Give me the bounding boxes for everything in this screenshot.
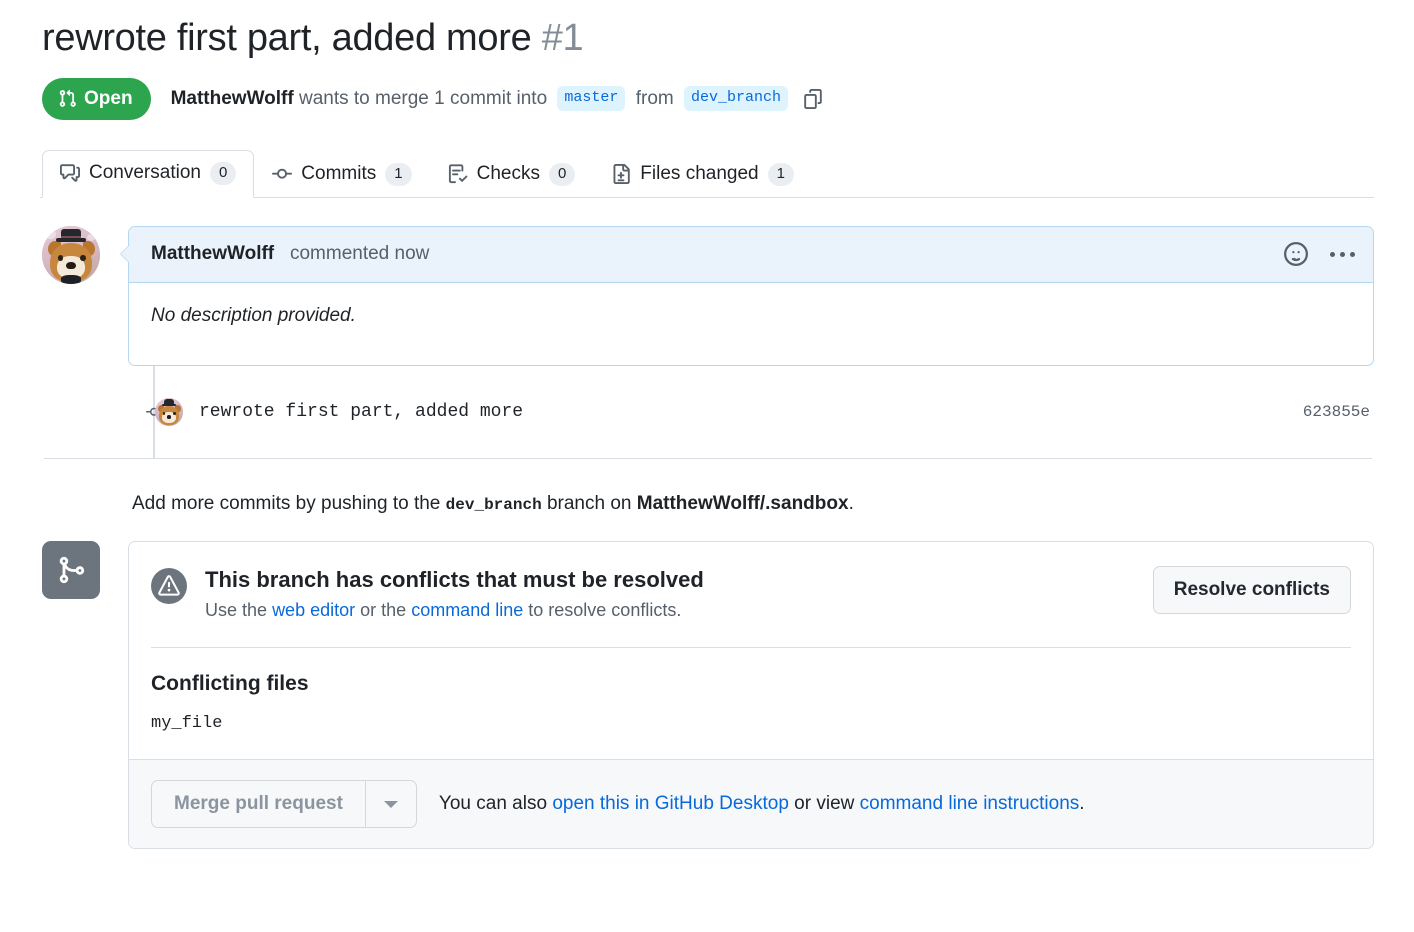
push-prefix: Add more commits by pushing to the bbox=[132, 493, 440, 514]
status-badge: Open bbox=[42, 78, 151, 120]
conflict-sub-suffix: to resolve conflicts. bbox=[528, 600, 681, 620]
kebab-horizontal-icon[interactable] bbox=[1330, 252, 1355, 257]
checklist-icon bbox=[448, 164, 468, 184]
base-branch-chip[interactable]: master bbox=[557, 86, 625, 111]
merge-box-divider bbox=[151, 647, 1351, 648]
commit-timeline: rewrote first part, added more 623855e bbox=[42, 366, 1374, 459]
comment-discussion-icon bbox=[60, 163, 80, 183]
smiley-icon[interactable] bbox=[1284, 242, 1308, 266]
pr-from-text: from bbox=[636, 89, 674, 108]
conflict-sub-prefix: Use the bbox=[205, 600, 267, 620]
commit-message[interactable]: rewrote first part, added more bbox=[199, 402, 523, 422]
conflicting-files-title: Conflicting files bbox=[151, 672, 1351, 696]
triangle-down-icon bbox=[384, 801, 398, 808]
conflict-subtitle: Use the web editor or the command line t… bbox=[205, 600, 1135, 621]
status-badge-label: Open bbox=[84, 89, 133, 108]
comment-body: No description provided. bbox=[129, 283, 1373, 365]
pr-merge-description: MatthewWolff wants to merge 1 commit int… bbox=[171, 86, 823, 111]
push-suffix: . bbox=[849, 493, 854, 514]
merge-footer-note: You can also open this in GitHub Desktop… bbox=[439, 793, 1085, 815]
tab-conversation-count: 0 bbox=[210, 162, 236, 185]
pull-request-page: rewrote first part, added more #1 Open M… bbox=[0, 16, 1414, 932]
push-instructions: Add more commits by pushing to the dev_b… bbox=[132, 493, 1374, 515]
conflict-header: This branch has conflicts that must be r… bbox=[151, 566, 1351, 622]
push-repo: MatthewWolff/.sandbox bbox=[637, 493, 849, 514]
conflicting-file-item: my_file bbox=[151, 714, 1351, 733]
github-desktop-link[interactable]: open this in GitHub Desktop bbox=[552, 793, 789, 814]
merge-dropdown-button[interactable] bbox=[365, 780, 417, 828]
web-editor-link[interactable]: web editor bbox=[272, 600, 355, 620]
tab-checks-count: 0 bbox=[549, 163, 575, 186]
commit-avatar[interactable] bbox=[155, 398, 183, 426]
timeline-divider bbox=[44, 458, 1372, 459]
resolve-conflicts-button[interactable]: Resolve conflicts bbox=[1153, 566, 1351, 614]
tab-files-changed[interactable]: Files changed 1 bbox=[593, 151, 812, 198]
tab-commits-label: Commits bbox=[301, 163, 376, 185]
avatar[interactable] bbox=[42, 226, 100, 284]
pr-subheader: Open MatthewWolff wants to merge 1 commi… bbox=[42, 78, 1374, 120]
push-branch: dev_branch bbox=[446, 496, 542, 514]
commit-row: rewrote first part, added more 623855e bbox=[42, 366, 1374, 458]
tab-conversation-label: Conversation bbox=[89, 162, 201, 184]
command-line-instructions-link[interactable]: command line instructions bbox=[860, 793, 1080, 814]
merge-pull-request-button[interactable]: Merge pull request bbox=[151, 780, 365, 828]
commit-sha[interactable]: 623855e bbox=[1303, 403, 1374, 421]
merge-box-body: This branch has conflicts that must be r… bbox=[129, 542, 1373, 734]
tab-files-changed-count: 1 bbox=[768, 163, 794, 186]
footer-prefix: You can also bbox=[439, 793, 547, 814]
merge-button-group: Merge pull request bbox=[151, 780, 417, 828]
merge-box: This branch has conflicts that must be r… bbox=[128, 541, 1374, 850]
pr-title-text: rewrote first part, added more bbox=[42, 17, 531, 59]
page-title: rewrote first part, added more #1 bbox=[42, 16, 1374, 62]
alert-icon bbox=[151, 568, 187, 604]
merge-section: This branch has conflicts that must be r… bbox=[42, 541, 1374, 850]
git-commit-icon bbox=[272, 164, 292, 184]
git-merge-icon bbox=[42, 541, 100, 599]
tab-checks[interactable]: Checks 0 bbox=[430, 151, 594, 198]
comment-header: MatthewWolff commented now bbox=[129, 227, 1373, 283]
comment-author[interactable]: MatthewWolff bbox=[151, 243, 274, 264]
comment-thread: MatthewWolff commented now bbox=[42, 226, 1374, 366]
tab-conversation[interactable]: Conversation 0 bbox=[42, 150, 254, 198]
tab-checks-label: Checks bbox=[477, 163, 540, 185]
comment-timestamp: commented now bbox=[290, 243, 429, 264]
push-middle: branch on bbox=[547, 493, 632, 514]
tab-commits[interactable]: Commits 1 bbox=[254, 151, 429, 198]
pr-action-text: wants to merge 1 commit into bbox=[299, 89, 547, 108]
conflict-text: This branch has conflicts that must be r… bbox=[205, 566, 1135, 622]
footer-suffix: . bbox=[1079, 793, 1084, 814]
git-pull-request-icon bbox=[58, 89, 77, 108]
footer-middle: or view bbox=[794, 793, 854, 814]
tab-commits-count: 1 bbox=[385, 163, 411, 186]
comment-actions bbox=[1284, 242, 1355, 266]
tab-files-changed-label: Files changed bbox=[640, 163, 758, 185]
comment-box: MatthewWolff commented now bbox=[128, 226, 1374, 366]
merge-footer: Merge pull request You can also open thi… bbox=[129, 759, 1373, 848]
pr-author: MatthewWolff bbox=[171, 89, 294, 108]
head-branch-chip[interactable]: dev_branch bbox=[684, 86, 788, 111]
timeline: MatthewWolff commented now bbox=[40, 226, 1374, 850]
file-diff-icon bbox=[611, 164, 631, 184]
pr-tabs: Conversation 0 Commits 1 Checks 0 bbox=[40, 146, 1374, 198]
command-line-link[interactable]: command line bbox=[411, 600, 523, 620]
conflict-sub-middle: or the bbox=[360, 600, 406, 620]
comment-byline: MatthewWolff commented now bbox=[151, 243, 429, 265]
copy-icon[interactable] bbox=[803, 89, 823, 109]
conflict-title: This branch has conflicts that must be r… bbox=[205, 566, 1135, 595]
pr-number: #1 bbox=[542, 17, 584, 59]
